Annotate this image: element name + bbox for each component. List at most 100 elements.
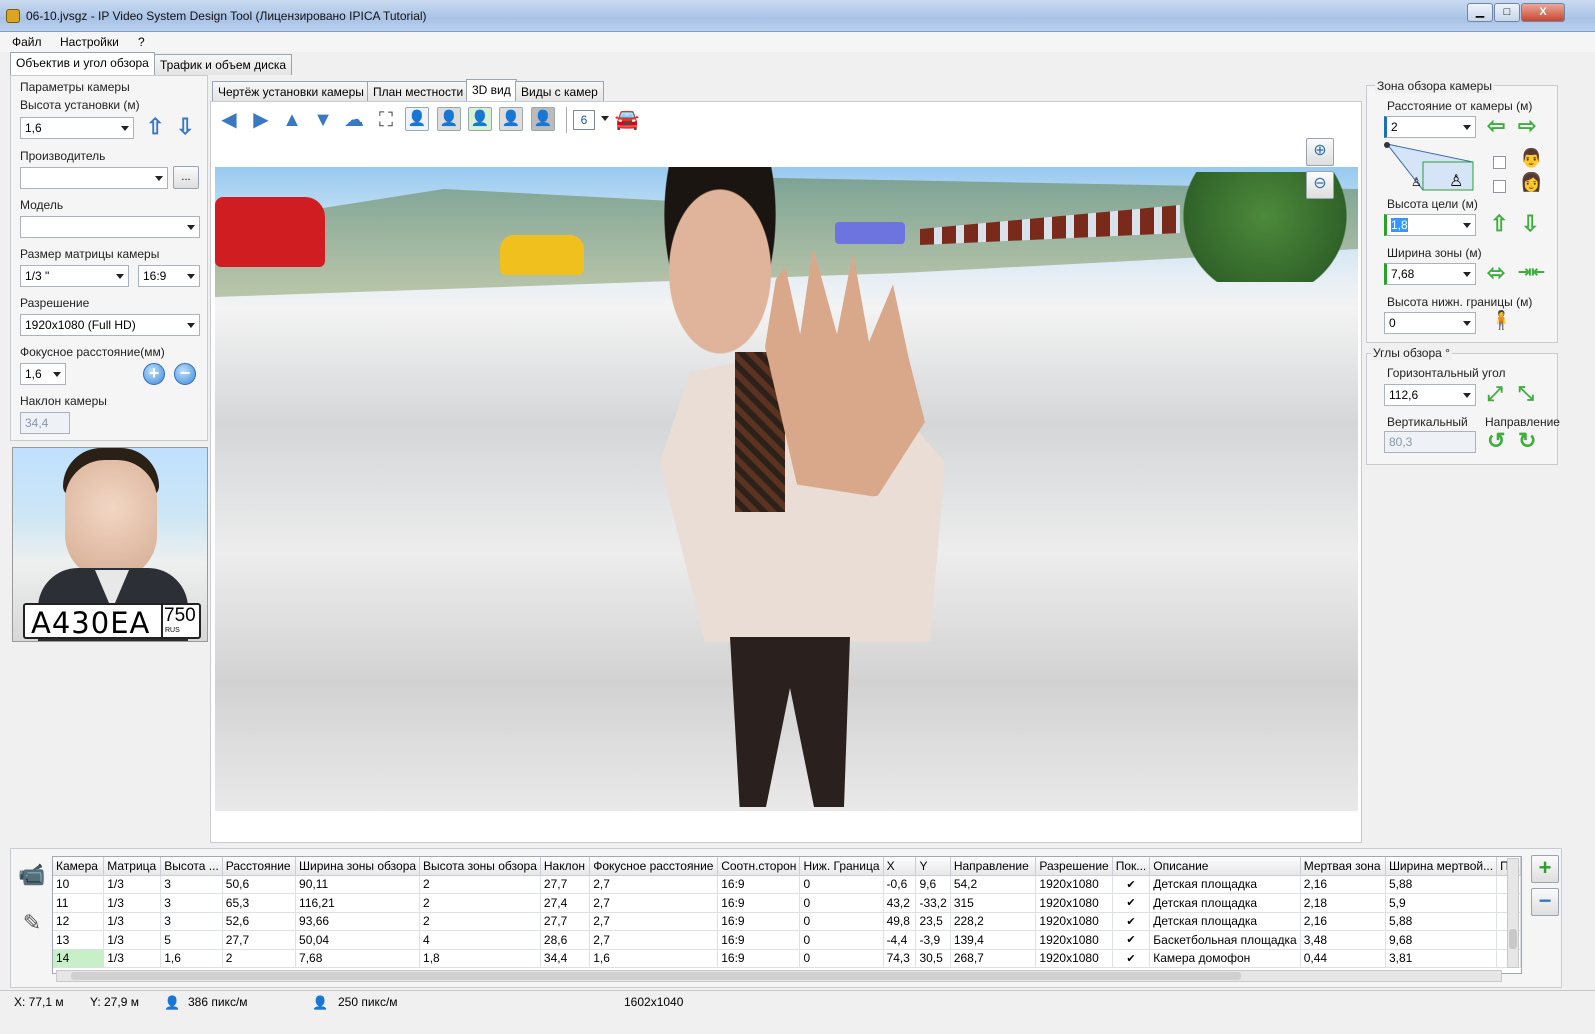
- column-header[interactable]: Фокусное расстояние: [589, 857, 719, 876]
- table-row[interactable]: 11 1/3 3 65,3 116,21 2 27,4 2,7 16:9 0 43,2 -33,2 31…: [53, 893, 1521, 913]
- maximize-button[interactable]: □: [1494, 3, 1520, 22]
- narrow-icon[interactable]: ⇥⇤: [1518, 262, 1545, 284]
- minimize-button[interactable]: ▁: [1467, 3, 1493, 22]
- column-header[interactable]: Описание: [1149, 857, 1301, 876]
- focal-select[interactable]: 1,6: [20, 363, 66, 385]
- shown-checkbox[interactable]: ✔: [1112, 949, 1151, 968]
- rotate-right-icon[interactable]: ↻: [1518, 430, 1536, 452]
- model-select[interactable]: [20, 216, 200, 238]
- shown-checkbox[interactable]: ✔: [1112, 875, 1151, 894]
- column-header[interactable]: Y: [915, 857, 951, 876]
- camera-table: Камера Матрица Высота ... Расстояние Ширина …: [52, 856, 1522, 974]
- zoom-minus-icon[interactable]: −: [174, 363, 196, 385]
- person-observe-icon[interactable]: 👤: [531, 107, 555, 131]
- male-target-checkbox[interactable]: [1493, 156, 1506, 169]
- shown-checkbox[interactable]: ✔: [1112, 893, 1151, 913]
- column-header[interactable]: Разрешение: [1035, 857, 1113, 876]
- zoom-plus-icon[interactable]: +: [143, 363, 165, 385]
- expand-icon[interactable]: ⤢: [1487, 383, 1503, 405]
- target-height-select[interactable]: 1,8: [1384, 214, 1476, 236]
- target-up-icon[interactable]: ⇧: [1490, 213, 1508, 235]
- cloud-upload-icon[interactable]: ☁: [341, 107, 367, 133]
- maker-browse-button[interactable]: ...: [173, 166, 199, 189]
- shown-checkbox[interactable]: ✔: [1112, 912, 1151, 931]
- nav-up-icon[interactable]: ▲: [279, 107, 305, 133]
- person-detect-icon[interactable]: 👤: [499, 107, 523, 131]
- female-target-checkbox[interactable]: [1493, 180, 1506, 193]
- column-header[interactable]: Ширина зоны обзора: [295, 857, 421, 876]
- tab-install-drawing[interactable]: Чертёж установки камеры: [212, 81, 370, 102]
- column-header[interactable]: Пок...: [1112, 857, 1151, 876]
- scroll-thumb[interactable]: [71, 972, 1241, 980]
- arrow-up-icon[interactable]: ⇧: [146, 116, 164, 138]
- distance-select[interactable]: 2: [1384, 116, 1476, 138]
- fit-view-icon[interactable]: ⛶: [373, 107, 399, 133]
- target-down-icon[interactable]: ⇩: [1521, 213, 1539, 235]
- chevron-down-icon[interactable]: [601, 116, 609, 121]
- table-row[interactable]: 10 1/3 3 50,6 90,11 2 27,7 2,7 16:9 0 -0,6 9,6 54,2 1…: [53, 875, 1521, 894]
- maker-select[interactable]: [20, 167, 168, 189]
- column-header[interactable]: Направление: [950, 857, 1037, 876]
- resolution-select[interactable]: 1920x1080 (Full HD): [20, 314, 200, 336]
- table-row[interactable]: 12 1/3 3 52,6 93,66 2 27,7 2,7 16:9 0 49,8 23,5 228,…: [53, 912, 1521, 931]
- tab-traffic-disk[interactable]: Трафик и объем диска: [154, 54, 292, 75]
- column-header[interactable]: Матрица: [103, 857, 162, 876]
- table-cell: Камера домофон: [1149, 949, 1301, 968]
- pixel-density-icon-2: 👤: [312, 995, 329, 1010]
- person-recognize-icon[interactable]: 👤: [468, 107, 492, 131]
- column-header[interactable]: Высота ...: [160, 857, 223, 876]
- height-select[interactable]: 1,6: [20, 117, 134, 139]
- table-cell: 3,48: [1300, 930, 1386, 950]
- zoom-out-icon[interactable]: ⊖: [1306, 171, 1334, 199]
- tab-site-plan[interactable]: План местности: [367, 81, 470, 102]
- camera-number-badge[interactable]: 6: [573, 110, 595, 130]
- widen-icon[interactable]: ⬄: [1487, 262, 1505, 284]
- lower-bound-select[interactable]: 0: [1384, 312, 1476, 334]
- rotate-left-icon[interactable]: ↺: [1487, 430, 1505, 452]
- hangle-select[interactable]: 112,6: [1384, 384, 1476, 406]
- nav-right-icon[interactable]: ▶: [248, 107, 274, 133]
- nav-down-icon[interactable]: ▼: [310, 107, 336, 133]
- add-camera-button[interactable]: +: [1531, 855, 1559, 883]
- remove-camera-button[interactable]: −: [1531, 888, 1559, 916]
- column-header[interactable]: Расстояние: [222, 857, 297, 876]
- matrix-select[interactable]: 1/3 ": [20, 265, 129, 287]
- person-identify-icon[interactable]: 👤: [437, 107, 461, 131]
- column-header[interactable]: Ширина мертвой...: [1385, 857, 1498, 876]
- camera-icon[interactable]: 📹: [16, 862, 48, 894]
- zoom-in-icon[interactable]: ⊕: [1306, 138, 1334, 166]
- menu-file[interactable]: Файл: [12, 35, 42, 49]
- table-row[interactable]: 13 1/3 5 27,7 50,04 4 28,6 2,7 16:9 0 -4,4 -3,9 139,…: [53, 930, 1521, 950]
- shown-checkbox[interactable]: ✔: [1112, 930, 1151, 950]
- table-row[interactable]: 14 1/3 1,6 2 7,68 1,8 34,4 1,6 16:9 0 74,3 30,5 268,…: [53, 949, 1521, 968]
- arrow-down-icon[interactable]: ⇩: [176, 116, 194, 138]
- person-face-icon[interactable]: 👤: [405, 107, 429, 131]
- column-header[interactable]: X: [883, 857, 917, 876]
- menu-help[interactable]: ?: [138, 35, 145, 49]
- close-button[interactable]: X: [1521, 3, 1565, 22]
- column-header[interactable]: Соотн.сторон: [717, 857, 801, 876]
- tab-lens-angle[interactable]: Объектив и угол обзора: [10, 52, 155, 75]
- vertical-scrollbar[interactable]: [1507, 858, 1519, 968]
- nav-left-icon[interactable]: ◀: [216, 107, 242, 133]
- pencil-icon[interactable]: ✎: [16, 910, 48, 942]
- tab-3d-view[interactable]: 3D вид: [466, 79, 517, 102]
- collapse-icon[interactable]: ⤡: [1518, 383, 1534, 405]
- column-header[interactable]: Наклон: [540, 857, 591, 876]
- column-header[interactable]: Камера: [53, 857, 105, 876]
- camera-preview-image: A430EA 750 RUS: [12, 447, 208, 642]
- vscroll-thumb[interactable]: [1509, 929, 1517, 949]
- table-cell: 2,16: [1300, 875, 1386, 894]
- camera-device-icon[interactable]: 🚘: [614, 107, 640, 133]
- menu-settings[interactable]: Настройки: [60, 35, 119, 49]
- 3d-viewport[interactable]: [215, 167, 1358, 811]
- arrow-left-icon[interactable]: ⇦: [1487, 115, 1505, 137]
- aspect-select[interactable]: 16:9: [138, 265, 200, 287]
- tab-camera-views[interactable]: Виды с камер: [515, 81, 604, 102]
- column-header[interactable]: Высота зоны обзора: [419, 857, 541, 876]
- arrow-right-icon[interactable]: ⇨: [1518, 115, 1536, 137]
- column-header[interactable]: Ниж. Граница: [799, 857, 884, 876]
- column-header[interactable]: Мертвая зона: [1300, 857, 1386, 876]
- horizontal-scrollbar[interactable]: [56, 970, 1502, 982]
- zone-width-select[interactable]: 7,68: [1384, 263, 1476, 285]
